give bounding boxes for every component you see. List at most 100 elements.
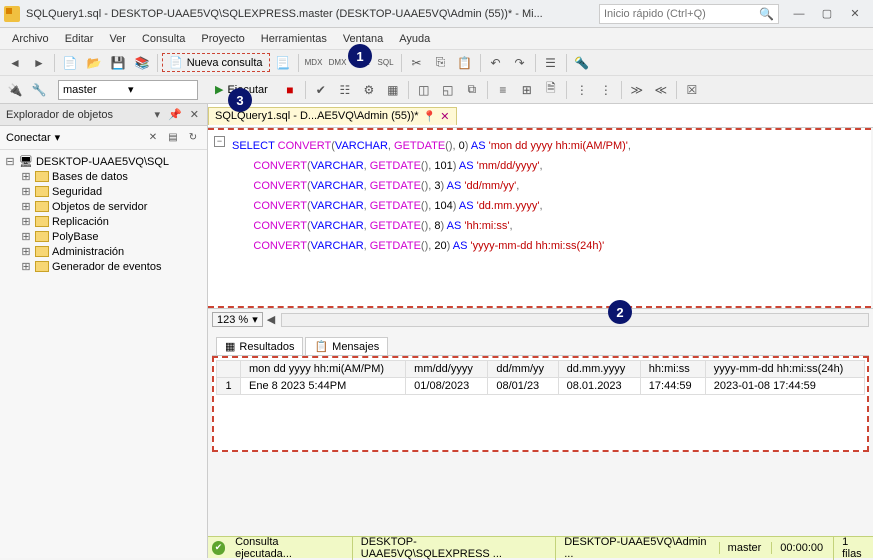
results-file-button[interactable]: 🗎 — [540, 79, 562, 101]
parse-button[interactable]: ✔ — [310, 79, 332, 101]
zoom-selector[interactable]: 123 % ▾ — [212, 312, 263, 327]
properties-button[interactable]: ☰ — [540, 52, 562, 74]
quick-launch-input[interactable] — [604, 8, 759, 20]
paste-button[interactable]: 📋 — [454, 52, 476, 74]
quick-launch-box[interactable]: 🔍 — [599, 4, 779, 24]
client-stats-button[interactable]: ⧉ — [461, 79, 483, 101]
tree-node[interactable]: ⊞Seguridad — [20, 184, 203, 199]
tree-root-node[interactable]: ⊟ 🖥 DESKTOP-UAAE5VQ\SQL — [4, 154, 203, 169]
connect-label[interactable]: Conectar — [6, 132, 51, 144]
open-file-button[interactable]: 📃 — [272, 52, 294, 74]
change-connection-button[interactable]: 🔧 — [28, 79, 50, 101]
column-header[interactable] — [217, 361, 241, 378]
results-tab[interactable]: ▦ Resultados — [216, 337, 303, 355]
new-project-button[interactable]: 📄 — [59, 52, 81, 74]
code-line[interactable]: SELECT CONVERT(VARCHAR, GETDATE(), 0) AS… — [232, 136, 871, 156]
find-button[interactable]: 🔦 — [571, 52, 593, 74]
close-panel-icon[interactable]: ✕ — [188, 108, 201, 121]
close-button[interactable]: ✕ — [841, 3, 869, 25]
tree-node[interactable]: ⊞Generador de eventos — [20, 259, 203, 274]
pin-tab-icon[interactable]: 📍 — [423, 110, 437, 123]
copy-button[interactable]: ⎘ — [430, 52, 452, 74]
table-cell[interactable]: 08/01/23 — [488, 378, 558, 395]
forward-button[interactable]: ► — [28, 52, 50, 74]
column-header[interactable]: yyyy-mm-dd hh:mi:ss(24h) — [705, 361, 864, 378]
code-line[interactable]: CONVERT(VARCHAR, GETDATE(), 3) AS 'dd/mm… — [232, 176, 871, 196]
column-header[interactable]: dd/mm/yy — [488, 361, 558, 378]
expand-icon[interactable]: ⊞ — [20, 170, 32, 183]
dropdown-icon[interactable]: ▾ — [153, 108, 163, 121]
menu-consulta[interactable]: Consulta — [134, 31, 193, 47]
search-icon[interactable]: 🔍 — [759, 7, 774, 21]
expand-icon[interactable]: ⊞ — [20, 260, 32, 273]
column-header[interactable]: mm/dd/yyyy — [406, 361, 488, 378]
mdx-button[interactable]: MDX — [303, 52, 325, 74]
back-button[interactable]: ◄ — [4, 52, 26, 74]
table-row[interactable]: 1Ene 8 2023 5:44PM01/08/202308/01/2308.0… — [217, 378, 865, 395]
tree-node[interactable]: ⊞Replicación — [20, 214, 203, 229]
new-query-button[interactable]: 📄 Nueva consulta — [162, 53, 270, 72]
intellisense-button[interactable]: ▦ — [382, 79, 404, 101]
tree-node[interactable]: ⊞PolyBase — [20, 229, 203, 244]
collapse-icon[interactable]: ⊟ — [4, 155, 16, 168]
table-cell[interactable]: 1 — [217, 378, 241, 395]
live-stats-button[interactable]: ◱ — [437, 79, 459, 101]
menu-archivo[interactable]: Archivo — [4, 31, 57, 47]
messages-tab[interactable]: 📋 Mensajes — [305, 337, 388, 355]
expand-icon[interactable]: ⊞ — [20, 215, 32, 228]
code-collapse-icon[interactable]: − — [214, 136, 225, 147]
close-tab-icon[interactable]: ✕ — [440, 110, 449, 123]
estimated-plan-button[interactable]: ☷ — [334, 79, 356, 101]
undo-button[interactable]: ↶ — [485, 52, 507, 74]
filter-button[interactable]: ▤ — [165, 130, 181, 146]
connect-button[interactable]: 🔌 — [4, 79, 26, 101]
pin-icon[interactable]: 📌 — [166, 108, 184, 121]
object-explorer-tree[interactable]: ⊟ 🖥 DESKTOP-UAAE5VQ\SQL ⊞Bases de datos⊞… — [0, 150, 207, 558]
chevron-down-icon[interactable]: ▾ — [55, 131, 61, 144]
column-header[interactable]: hh:mi:ss — [640, 361, 705, 378]
menu-editar[interactable]: Editar — [57, 31, 102, 47]
results-grid-button[interactable]: ⊞ — [516, 79, 538, 101]
tree-node[interactable]: ⊞Bases de datos — [20, 169, 203, 184]
menu-ayuda[interactable]: Ayuda — [391, 31, 438, 47]
stop-button[interactable]: ■ — [279, 79, 301, 101]
outdent-button[interactable]: ≪ — [650, 79, 672, 101]
results-grid[interactable]: mon dd yyyy hh:mi(AM/PM)mm/dd/yyyydd/mm/… — [212, 356, 869, 452]
code-line[interactable]: CONVERT(VARCHAR, GETDATE(), 104) AS 'dd.… — [232, 196, 871, 216]
refresh-button[interactable]: ↻ — [185, 130, 201, 146]
horizontal-scrollbar[interactable] — [281, 313, 869, 327]
table-cell[interactable]: 17:44:59 — [640, 378, 705, 395]
column-header[interactable]: mon dd yyyy hh:mi(AM/PM) — [241, 361, 406, 378]
specify-values-button[interactable]: ☒ — [681, 79, 703, 101]
save-all-button[interactable]: 📚 — [131, 52, 153, 74]
table-cell[interactable]: 01/08/2023 — [406, 378, 488, 395]
tree-node[interactable]: ⊞Administración — [20, 244, 203, 259]
expand-icon[interactable]: ⊞ — [20, 200, 32, 213]
table-cell[interactable]: Ene 8 2023 5:44PM — [241, 378, 406, 395]
scroll-left-icon[interactable]: ◀ — [267, 313, 275, 326]
expand-icon[interactable]: ⊞ — [20, 185, 32, 198]
sql-button[interactable]: SQL — [375, 52, 397, 74]
code-line[interactable]: CONVERT(VARCHAR, GETDATE(), 101) AS 'mm/… — [232, 156, 871, 176]
expand-icon[interactable]: ⊞ — [20, 245, 32, 258]
uncomment-button[interactable]: ⋮ — [595, 79, 617, 101]
disconnect-button[interactable]: ✕ — [145, 130, 161, 146]
table-cell[interactable]: 08.01.2023 — [558, 378, 640, 395]
column-header[interactable]: dd.mm.yyyy — [558, 361, 640, 378]
menu-ver[interactable]: Ver — [101, 31, 134, 47]
indent-button[interactable]: ≫ — [626, 79, 648, 101]
include-plan-button[interactable]: ◫ — [413, 79, 435, 101]
menu-proyecto[interactable]: Proyecto — [193, 31, 252, 47]
results-text-button[interactable]: ≡ — [492, 79, 514, 101]
sql-editor[interactable]: − SELECT CONVERT(VARCHAR, GETDATE(), 0) … — [208, 128, 871, 308]
maximize-button[interactable]: ▢ — [813, 3, 841, 25]
redo-button[interactable]: ↷ — [509, 52, 531, 74]
table-cell[interactable]: 2023-01-08 17:44:59 — [705, 378, 864, 395]
code-line[interactable]: CONVERT(VARCHAR, GETDATE(), 20) AS 'yyyy… — [232, 236, 871, 256]
query-options-button[interactable]: ⚙ — [358, 79, 380, 101]
tree-node[interactable]: ⊞Objetos de servidor — [20, 199, 203, 214]
cut-button[interactable]: ✂ — [406, 52, 428, 74]
minimize-button[interactable]: — — [785, 3, 813, 25]
expand-icon[interactable]: ⊞ — [20, 230, 32, 243]
database-selector[interactable]: master ▾ — [58, 80, 198, 100]
